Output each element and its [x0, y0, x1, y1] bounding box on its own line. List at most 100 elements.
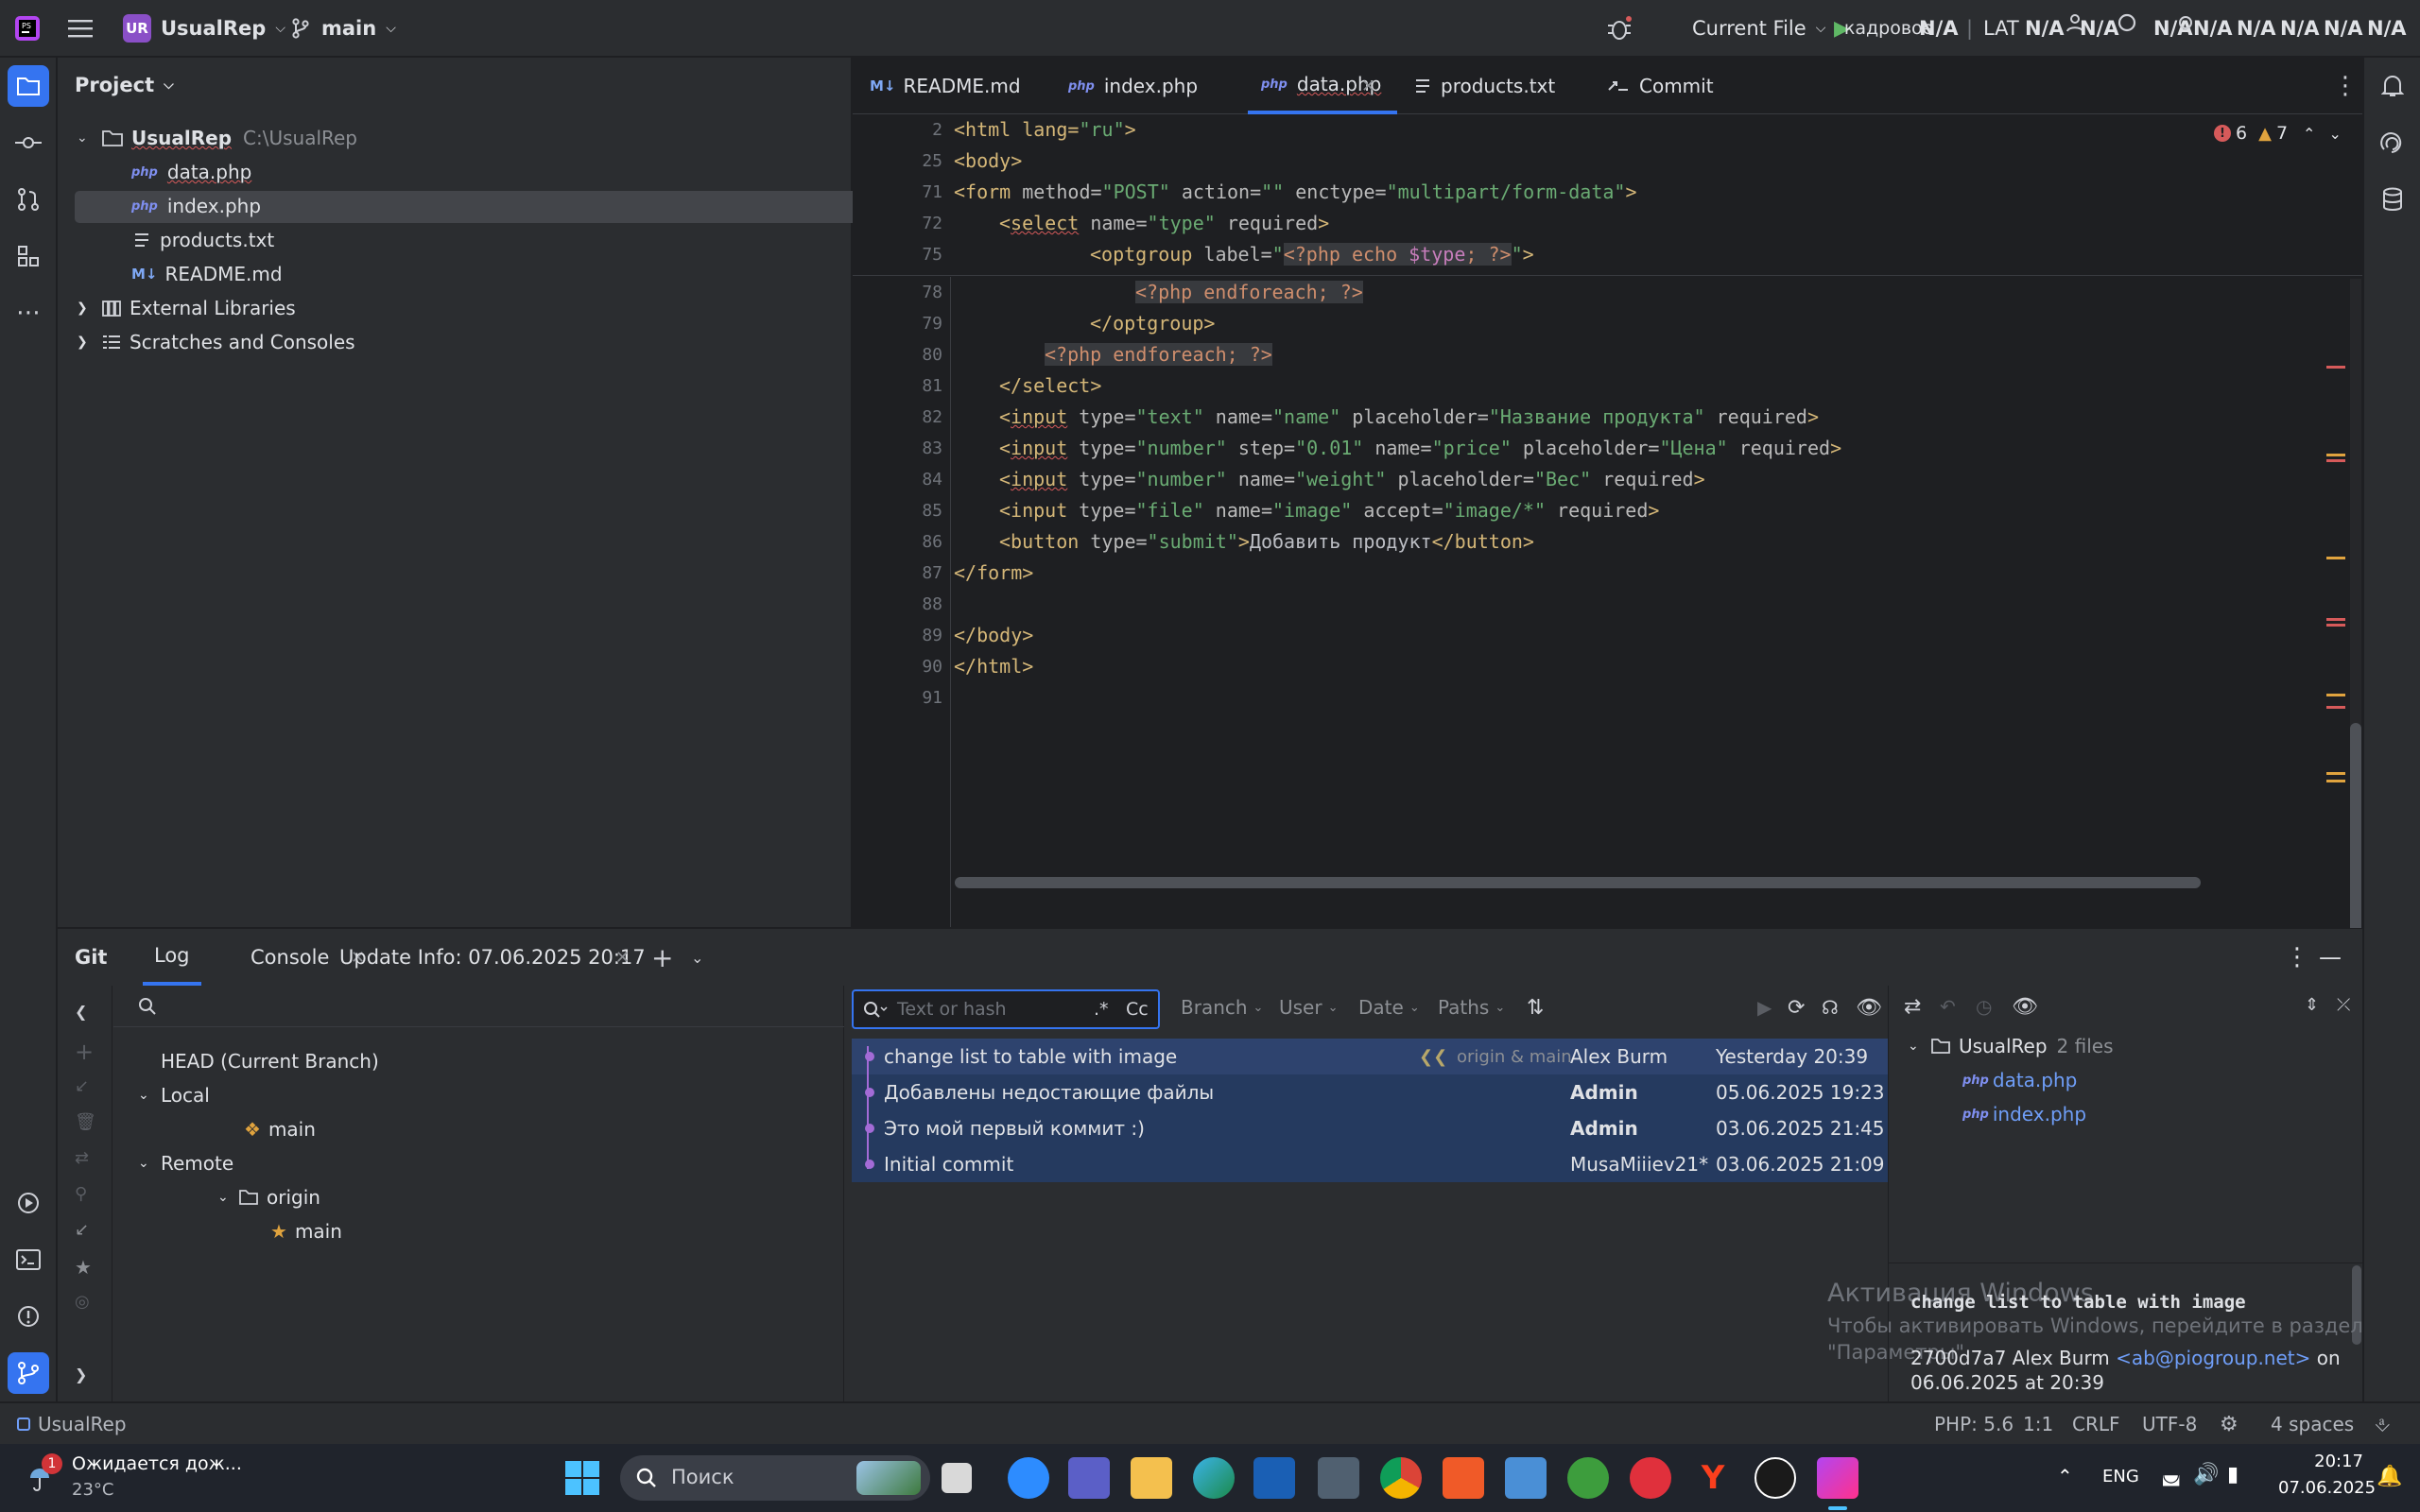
branch-group-remote[interactable]: ⌄ Remote — [138, 1146, 233, 1180]
collapse-all-icon[interactable]: ⤫ — [2337, 995, 2350, 1015]
structure-icon[interactable] — [8, 235, 49, 277]
code-line[interactable]: <body> — [954, 146, 1022, 177]
git-app-icon[interactable] — [1443, 1457, 1484, 1499]
vertical-scrollbar-thumb[interactable] — [2350, 723, 2361, 946]
fetch-icon[interactable]: ◎ — [75, 1292, 90, 1312]
branch-group-local[interactable]: ⌄ Local — [138, 1078, 210, 1112]
status-encoding[interactable]: UTF-8 — [2142, 1403, 2197, 1445]
tab-readme[interactable]: M↓ README.md — [870, 58, 1021, 114]
services-icon[interactable] — [8, 1182, 49, 1224]
phpstorm-app-icon[interactable] — [1817, 1457, 1858, 1499]
expand-right-icon[interactable]: ❯ — [75, 1366, 87, 1383]
project-switcher[interactable]: UR UsualRep ⌵ — [123, 0, 285, 57]
run-config-selector[interactable]: Current File ⌵ — [1692, 0, 1825, 57]
diff-icon[interactable]: ⇄ — [1904, 995, 1921, 1019]
pull-requests-icon[interactable] — [8, 179, 49, 220]
taskbar-search[interactable]: Поиск — [620, 1455, 930, 1501]
tray-overflow-icon[interactable]: ⌃ — [2057, 1465, 2073, 1487]
error-stripe-mark[interactable] — [2326, 706, 2345, 709]
status-indent[interactable]: 4 spaces — [2271, 1403, 2354, 1445]
commit-row[interactable]: Это мой первый коммит :) Admin 03.06.202… — [852, 1110, 1941, 1146]
code-line[interactable]: </html> — [954, 651, 1033, 682]
graph-options-icon[interactable]: ☊ — [1822, 986, 1839, 1029]
file-item[interactable]: php data.php — [131, 156, 251, 188]
edge-browser-icon[interactable] — [1193, 1457, 1235, 1499]
tab-console[interactable]: Console — [251, 929, 329, 986]
file-explorer-icon[interactable] — [1131, 1457, 1172, 1499]
file-item[interactable]: M↓ README.md — [131, 258, 283, 290]
tab-index-php[interactable]: php index.php — [1068, 58, 1198, 114]
commit-email-link[interactable]: <ab@piogroup.net> — [2116, 1347, 2310, 1369]
code-line[interactable]: <?php endforeach; ?> — [1045, 339, 1272, 370]
error-stripe-mark[interactable] — [2326, 459, 2345, 462]
input-language[interactable]: ENG — [2102, 1467, 2139, 1486]
chrome-browser-icon[interactable] — [1380, 1457, 1422, 1499]
opera-browser-icon[interactable] — [1630, 1457, 1671, 1499]
code-line[interactable]: <input type="number" name="weight" place… — [999, 464, 1705, 495]
warning-stripe-mark[interactable] — [2326, 694, 2345, 696]
battery-icon[interactable]: ▮ — [2227, 1463, 2238, 1486]
update-icon[interactable]: ↙ — [75, 1220, 89, 1240]
changed-file[interactable]: php index.php — [1962, 1097, 2086, 1131]
code-line[interactable]: <?php endforeach; ?> — [1135, 277, 1363, 308]
expand-all-icon[interactable]: ⇕ — [2305, 995, 2319, 1015]
main-menu-icon[interactable] — [68, 0, 93, 57]
tab-log[interactable]: Log — [143, 929, 201, 986]
status-project[interactable]: UsualRep — [17, 1403, 127, 1445]
code-line[interactable]: </select> — [999, 370, 1101, 402]
view-options-icon[interactable]: 👁 — [1856, 986, 1882, 1029]
status-caret-position[interactable]: 1:1 — [2023, 1403, 2053, 1445]
changes-root[interactable]: ⌄ UsualRep 2 files — [1908, 1029, 2114, 1063]
status-lock-icon[interactable]: ⎀ — [2375, 1403, 2390, 1445]
teams-app-icon[interactable] — [1068, 1457, 1110, 1499]
weather-icon[interactable]: 1 — [25, 1453, 62, 1495]
commit-row[interactable]: Добавлены недостающие файлы Admin 05.06.… — [852, 1074, 1941, 1110]
history-icon[interactable]: ◷ — [1976, 995, 1992, 1018]
date-filter[interactable]: Date ⌄ — [1358, 986, 1420, 1029]
code-line[interactable]: </form> — [954, 558, 1033, 589]
delete-icon[interactable]: 🗑 — [75, 1112, 96, 1132]
branch-search-input[interactable] — [113, 986, 844, 1027]
scratches-item[interactable]: ❯ Scratches and Consoles — [77, 326, 355, 358]
error-stripe-mark[interactable] — [2326, 618, 2345, 621]
chevron-down-icon[interactable]: ⌄ — [2328, 125, 2341, 143]
yandex-browser-icon[interactable]: Y — [1692, 1457, 1734, 1499]
search-everywhere-icon[interactable] — [2116, 0, 2138, 51]
code-line[interactable]: <form method="POST" action="" enctype="m… — [954, 177, 1637, 208]
store-app-icon[interactable] — [1253, 1457, 1295, 1499]
photos-app-icon[interactable] — [1505, 1457, 1547, 1499]
git-tool-icon[interactable] — [8, 1352, 49, 1394]
tab-products-txt[interactable]: products.txt — [1414, 58, 1555, 114]
minimize-panel-icon[interactable]: — — [2319, 929, 2342, 986]
code-line[interactable]: <input type="file" name="image" accept="… — [999, 495, 1659, 526]
terminal-icon[interactable] — [8, 1239, 49, 1280]
branch-remote-main[interactable]: ★ main — [270, 1214, 342, 1248]
code-line[interactable]: <button type="submit">Добавить продукт</… — [999, 526, 1534, 558]
code-area[interactable]: 78 79 80 81 82 83 84 85 86 87 88 89 90 9… — [853, 277, 2362, 929]
close-update-icon[interactable]: ✕ — [615, 929, 630, 986]
project-panel-header[interactable]: Project ⌵ — [75, 69, 174, 101]
compare-icon[interactable]: ⇄ — [75, 1148, 89, 1168]
weather-title[interactable]: Ожидается дож... — [72, 1453, 242, 1474]
code-line[interactable]: <optgroup label="<?php echo $type; ?>"> — [1090, 239, 1534, 270]
status-php-version[interactable]: PHP: 5.6 — [1934, 1403, 2014, 1445]
regex-toggle[interactable]: .* — [1094, 999, 1109, 1020]
user-filter[interactable]: User ⌄ — [1279, 986, 1339, 1029]
notifications-icon[interactable] — [2372, 65, 2413, 107]
revert-icon[interactable]: ↶ — [1940, 995, 1956, 1018]
tab-commit[interactable]: Commit — [1607, 58, 1714, 114]
file-item[interactable]: php index.php — [131, 190, 261, 222]
close-tab-icon[interactable]: ✕ — [1361, 58, 1375, 114]
wifi-icon[interactable]: ◛ — [2161, 1463, 2181, 1486]
project-tool-icon[interactable] — [8, 65, 49, 107]
error-stripe-mark[interactable] — [2326, 366, 2345, 369]
more-tools-icon[interactable]: ⋯ — [8, 292, 49, 334]
commit-search-input[interactable]: Text or hash .* Cc — [852, 989, 1160, 1029]
notification-bell-icon[interactable]: 🔔 — [2377, 1465, 2402, 1488]
task-view-icon[interactable] — [942, 1463, 972, 1493]
branch-head[interactable]: HEAD (Current Branch) — [161, 1044, 379, 1078]
search-icon[interactable]: ⚲ — [75, 1184, 87, 1204]
problems-icon[interactable] — [8, 1296, 49, 1337]
zoom-app-icon[interactable] — [1008, 1457, 1049, 1499]
error-stripe-mark[interactable] — [2326, 624, 2345, 627]
